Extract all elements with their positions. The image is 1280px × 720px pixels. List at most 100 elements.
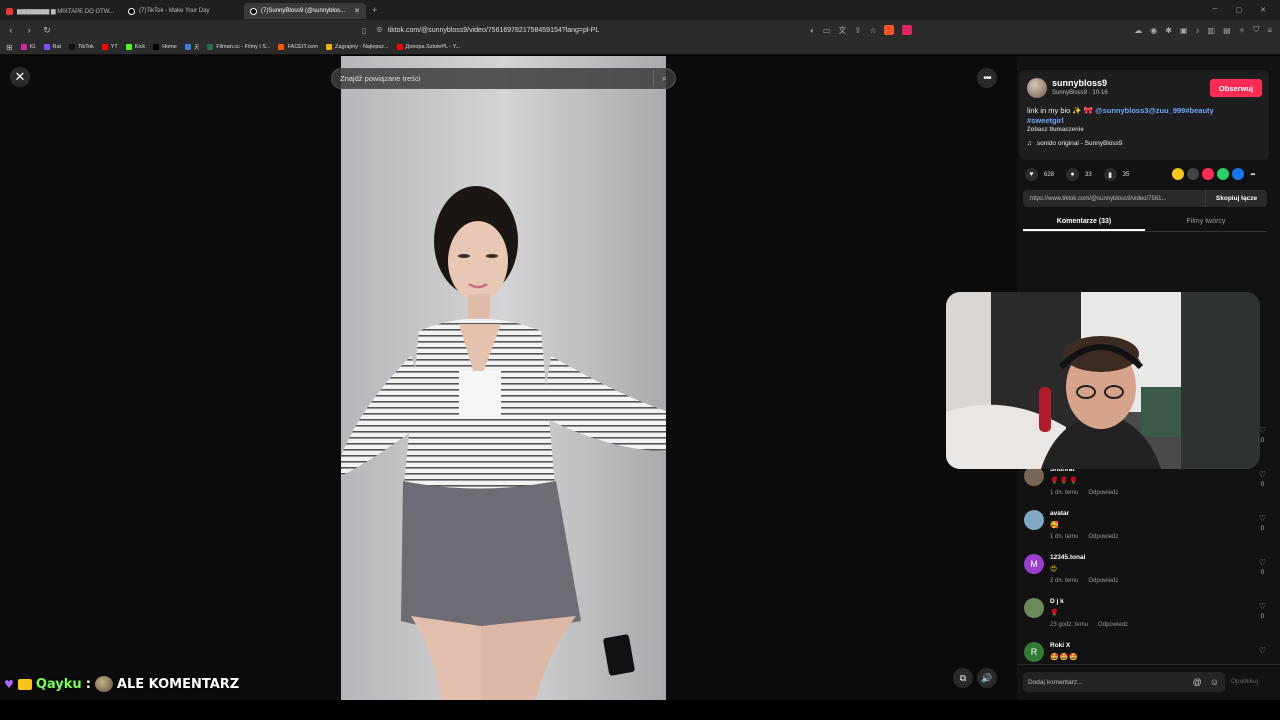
reply-link[interactable]: Odpowiedz bbox=[1088, 578, 1118, 584]
bookmark-item[interactable]: 天 bbox=[184, 43, 199, 51]
friends-share-icon[interactable] bbox=[1202, 168, 1214, 180]
creator-avatar[interactable] bbox=[1027, 78, 1047, 98]
translate-icon[interactable]: 文 bbox=[838, 25, 846, 36]
related-search-field[interactable]: Znajdź powiązane treści ⌕ bbox=[331, 68, 676, 89]
comment-like-button[interactable]: ♡ bbox=[1259, 646, 1266, 656]
comment-input[interactable]: Dodaj komentarz... @ ☺ bbox=[1023, 672, 1225, 692]
close-window-icon[interactable]: ✕ bbox=[1260, 6, 1266, 14]
heart-outline-icon: ♡ bbox=[1258, 514, 1266, 523]
brave-shield-icon[interactable] bbox=[884, 25, 895, 35]
comment-username[interactable]: Roki X bbox=[1050, 642, 1070, 649]
split-view-icon[interactable]: ▤ bbox=[1223, 26, 1231, 35]
reply-link[interactable]: Odpowiedz bbox=[1098, 622, 1128, 628]
description-tags[interactable]: @sunnybloss3@zuu_999#beauty bbox=[1095, 106, 1213, 115]
extensions-icon[interactable]: ✱ bbox=[1165, 26, 1172, 35]
bookmark-item[interactable]: Zagrajmy - Najlepsz... bbox=[326, 44, 389, 50]
more-options-button[interactable]: ••• bbox=[977, 68, 997, 88]
copy-link-button[interactable]: Skopiuj łącze bbox=[1205, 190, 1267, 207]
minimize-icon[interactable]: ─ bbox=[1213, 6, 1218, 14]
toolbar-extensions: ☁ ◉ ✱ ▣ ♪ ▥ ▤ ✧ ⛉ ≡ bbox=[1134, 20, 1272, 40]
emoji-icon[interactable]: ☺ bbox=[1210, 677, 1219, 687]
bookmark-item[interactable]: Filman.cc - Filmy i S... bbox=[207, 44, 270, 50]
bookmark-item[interactable]: Home bbox=[153, 44, 177, 50]
description-hashtag[interactable]: #sweetgirl bbox=[1027, 116, 1064, 125]
comment-like-button[interactable]: ♡ 0 bbox=[1259, 470, 1266, 490]
new-tab-button[interactable]: + bbox=[366, 5, 383, 15]
star-icon[interactable]: ☆ bbox=[869, 26, 876, 35]
comment-avatar[interactable]: R bbox=[1024, 642, 1044, 662]
comment-avatar[interactable] bbox=[1024, 466, 1044, 486]
comment-avatar[interactable] bbox=[1024, 598, 1044, 618]
browser-tab-2[interactable]: (7)TikTok - Make Your Day bbox=[122, 3, 244, 19]
tab-creator-videos[interactable]: Filmy twórcy bbox=[1145, 212, 1267, 231]
reply-link[interactable]: Odpowiedz bbox=[1088, 534, 1118, 540]
comment-icon[interactable]: ● bbox=[1066, 168, 1080, 181]
picture-in-picture-button[interactable]: ⧉ bbox=[953, 668, 973, 688]
bookmark-item[interactable]: FACEIT.com bbox=[278, 44, 318, 50]
menu-icon[interactable]: ≡ bbox=[1267, 26, 1272, 35]
bookmark-icon[interactable]: ▮ bbox=[1103, 168, 1117, 181]
share-icon[interactable]: ⇪ bbox=[854, 26, 861, 35]
sound-link[interactable]: ♫ sonido original - SunnyBloss9 bbox=[1027, 140, 1123, 147]
close-video-button[interactable]: ✕ bbox=[10, 67, 30, 87]
forward-icon[interactable]: › bbox=[22, 25, 36, 35]
creator-username[interactable]: sunnybloss9 bbox=[1052, 78, 1107, 88]
more-share-icon[interactable]: ➦ bbox=[1247, 168, 1259, 180]
back-icon[interactable]: ‹ bbox=[4, 25, 18, 35]
wallet-icon[interactable]: ▣ bbox=[1180, 26, 1188, 35]
tiktok-favicon-icon bbox=[250, 7, 257, 15]
brave-rewards-icon[interactable] bbox=[902, 25, 913, 35]
bookmark-item[interactable]: Kick bbox=[125, 44, 145, 50]
bookmark-favicon-icon bbox=[207, 44, 214, 50]
video-frame-illustration bbox=[341, 56, 666, 700]
leo-icon[interactable]: ✧ bbox=[1239, 26, 1246, 35]
comment-username[interactable]: 12345.tonal bbox=[1050, 554, 1085, 561]
comment-text: 🌹 bbox=[1050, 610, 1060, 617]
eye-off-icon[interactable]: ◐ bbox=[810, 26, 815, 35]
maximize-icon[interactable]: ▢ bbox=[1236, 6, 1243, 14]
shield-icon[interactable]: ⛉ bbox=[1253, 25, 1259, 35]
comment-username[interactable]: avatar bbox=[1050, 510, 1069, 517]
like-icon[interactable]: ♥ bbox=[1025, 168, 1038, 181]
vpn-icon[interactable]: ☁ bbox=[1134, 26, 1142, 35]
follow-button[interactable]: Obserwuj bbox=[1210, 79, 1262, 97]
publish-button[interactable]: Opublikuj bbox=[1231, 678, 1258, 685]
comment-avatar[interactable] bbox=[1024, 510, 1044, 530]
audio-icon[interactable]: ◉ bbox=[1150, 26, 1157, 35]
mention-icon[interactable]: @ bbox=[1193, 677, 1202, 687]
close-tab-icon[interactable]: ✕ bbox=[354, 7, 360, 15]
comment-username[interactable]: D j k bbox=[1050, 598, 1064, 605]
bookmark-item[interactable]: YT bbox=[101, 44, 118, 50]
bookmark-item[interactable]: Допора SztolePL - Y... bbox=[396, 44, 460, 50]
url-field[interactable]: ⚙ tiktok.com/@sunnybloss9/video/75616978… bbox=[376, 26, 796, 35]
code-share-icon[interactable] bbox=[1187, 168, 1199, 180]
facebook-share-icon[interactable] bbox=[1232, 168, 1244, 180]
cast-icon[interactable]: ▭ bbox=[823, 26, 831, 35]
bookmark-item[interactable]: Rat bbox=[43, 44, 61, 50]
see-translation-link[interactable]: Zobacz tłumaczenie bbox=[1027, 127, 1084, 133]
video-player[interactable] bbox=[341, 56, 666, 700]
bookmark-item[interactable]: IG bbox=[20, 44, 36, 50]
bookmark-item[interactable]: TikTok bbox=[69, 44, 94, 50]
volume-button[interactable]: 🔊 bbox=[977, 668, 997, 688]
site-info-icon[interactable]: ⚙ bbox=[376, 26, 382, 34]
sidebar-icon[interactable]: ▥ bbox=[1208, 26, 1216, 35]
browser-tab-3[interactable]: (7)SunnyBloss9 (@sunnyblos... ✕ bbox=[244, 3, 366, 19]
bookmark-favicon-icon bbox=[278, 44, 285, 50]
search-icon[interactable]: ⌕ bbox=[653, 70, 675, 87]
chat-message-text: ALE KOMENTARZ bbox=[116, 676, 240, 692]
whatsapp-share-icon[interactable] bbox=[1217, 168, 1229, 180]
reply-link[interactable]: Odpowiedz bbox=[1088, 490, 1118, 496]
comment-like-button[interactable]: ♡ 0 bbox=[1259, 558, 1266, 578]
browser-tab-1[interactable]: ▆▆▆▆▆▆▆ ▆ MIXTAPE DO OTW... bbox=[0, 3, 122, 19]
reload-icon[interactable]: ↻ bbox=[40, 25, 54, 36]
comment-like-button[interactable]: ♡ 0 bbox=[1259, 514, 1266, 534]
comment-like-button[interactable]: ♡ 0 bbox=[1259, 602, 1266, 622]
embed-share-icon[interactable] bbox=[1172, 168, 1184, 180]
comment-avatar[interactable]: M bbox=[1024, 554, 1044, 574]
media-icon[interactable]: ♪ bbox=[1196, 26, 1200, 35]
apps-grid-icon[interactable]: ⊞ bbox=[6, 43, 13, 52]
bookmark-icon[interactable]: ▯ bbox=[362, 26, 366, 35]
tab-comments[interactable]: Komentarze (33) bbox=[1023, 212, 1145, 231]
tiktok-video-page: ✕ Znajdź powiązane treści ⌕ ••• ⧉ 🔊 sunn… bbox=[0, 56, 1280, 700]
